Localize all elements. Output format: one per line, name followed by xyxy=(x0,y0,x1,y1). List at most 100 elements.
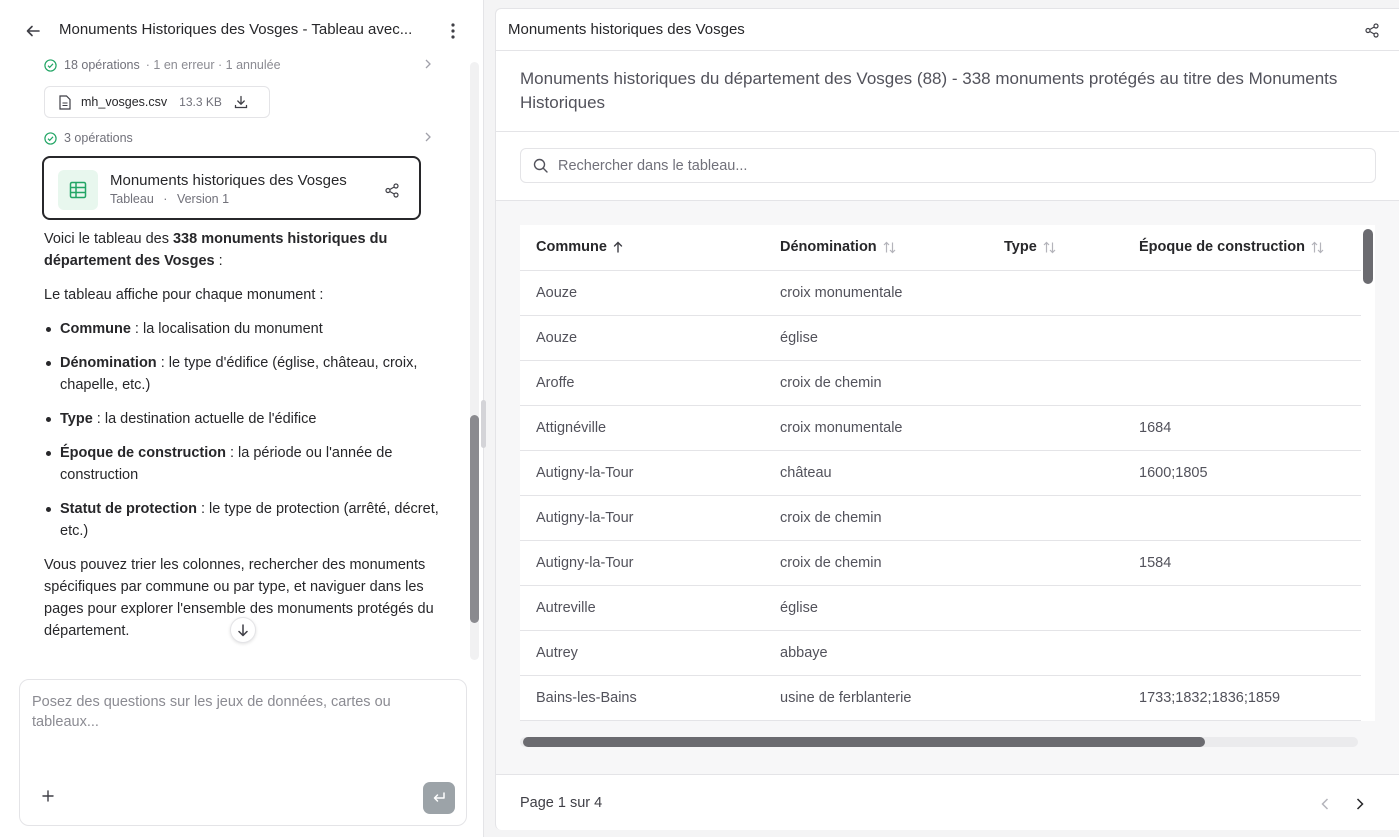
table-cell xyxy=(988,495,1123,541)
column-header-commune[interactable]: Commune xyxy=(520,225,764,271)
table-cell: église xyxy=(764,585,988,631)
list-item: Type : la destination actuelle de l'édif… xyxy=(46,408,439,430)
table-cell: croix monumentale xyxy=(764,270,988,316)
operations-summary-1[interactable]: 18 opérations · 1 en erreur · 1 annulée xyxy=(44,54,436,76)
enter-icon xyxy=(433,792,445,802)
search-icon xyxy=(533,158,548,173)
arrow-left-icon xyxy=(26,25,40,37)
table-description: Monuments historiques du département des… xyxy=(520,69,1338,112)
table-cell: 1600;1805 xyxy=(1123,450,1361,496)
table-cell xyxy=(1123,270,1361,316)
list-term: Commune xyxy=(60,321,131,337)
artifact-panel-title: Monuments historiques des Vosges xyxy=(508,21,745,38)
chevron-right-icon xyxy=(1356,798,1364,810)
column-header-epoque[interactable]: Époque de construction xyxy=(1123,225,1361,271)
table-row[interactable]: Aouze croix monumentale xyxy=(520,270,1361,316)
list-term: Époque de construction xyxy=(60,445,226,461)
table-cell xyxy=(1123,360,1361,406)
operations-summary-2[interactable]: 3 opérations xyxy=(44,127,436,149)
operations-status: · 1 en erreur · 1 annulée xyxy=(145,58,281,72)
operations-count: 18 opérations xyxy=(64,58,140,72)
send-button[interactable] xyxy=(423,782,455,814)
intro-text: Voici le tableau des xyxy=(44,231,173,247)
column-label: Dénomination xyxy=(780,239,877,256)
list-item: Dénomination : le type d'édifice (église… xyxy=(46,352,439,396)
table-area: Commune Dénomination Type Époque de cons… xyxy=(496,201,1399,774)
check-circle-icon xyxy=(44,131,57,145)
table-cell xyxy=(988,585,1123,631)
list-desc: : la destination actuelle de l'édifice xyxy=(92,411,317,427)
list-item: Statut de protection : le type de protec… xyxy=(46,498,439,542)
meta-separator: · xyxy=(163,192,168,206)
table-cell: usine de ferblanterie xyxy=(764,675,988,721)
resize-handle[interactable] xyxy=(481,400,486,448)
list-term: Type xyxy=(60,411,93,427)
sort-ascending-icon xyxy=(613,241,623,254)
scroll-to-bottom-button[interactable] xyxy=(230,617,256,643)
plus-icon xyxy=(42,790,54,802)
table-row[interactable]: Attignéville croix monumentale 1684 xyxy=(520,405,1361,451)
chat-title: Monuments Historiques des Vosges - Table… xyxy=(59,21,413,38)
table-hscroll-thumb[interactable] xyxy=(523,737,1205,747)
field-list: Commune : la localisation du monument Dé… xyxy=(44,318,439,542)
table-row[interactable]: Aroffe croix de chemin xyxy=(520,360,1361,406)
sort-icon xyxy=(1311,241,1324,254)
column-label: Type xyxy=(1004,239,1037,256)
table-row[interactable]: Autigny-la-Tour croix de chemin 1584 xyxy=(520,540,1361,586)
column-label: Commune xyxy=(536,239,607,256)
table-vscroll-track[interactable] xyxy=(1361,225,1375,721)
back-button[interactable] xyxy=(22,20,44,42)
table-cell xyxy=(988,405,1123,451)
table-cell xyxy=(988,315,1123,361)
table-row[interactable]: Autrey abbaye xyxy=(520,630,1361,676)
previous-page-button[interactable] xyxy=(1314,793,1336,815)
share-button[interactable] xyxy=(382,180,402,200)
table-cell: 1733;1832;1836;1859 xyxy=(1123,675,1361,721)
download-icon[interactable] xyxy=(234,95,248,109)
table-cell xyxy=(988,630,1123,676)
table-row[interactable]: Bains-les-Bains usine de ferblanterie 1733… xyxy=(520,675,1361,721)
table-body: Aouze croix monumentale Aouze église Aroffe c… xyxy=(520,270,1361,721)
table-header-row: Commune Dénomination Type Époque de cons… xyxy=(520,225,1361,271)
chat-messages[interactable]: 18 opérations · 1 en erreur · 1 annulée … xyxy=(0,52,483,662)
more-options-button[interactable] xyxy=(442,20,464,42)
table-cell xyxy=(988,360,1123,406)
page-indicator: Page 1 sur 4 xyxy=(520,795,603,811)
message-line: Le tableau affiche pour chaque monument … xyxy=(44,287,324,303)
column-header-denomination[interactable]: Dénomination xyxy=(764,225,988,271)
artifact-title: Monuments historiques des Vosges xyxy=(110,172,347,189)
list-item: Commune : la localisation du monument xyxy=(46,318,439,340)
chevron-right-icon xyxy=(425,132,431,142)
table-cell: abbaye xyxy=(764,630,988,676)
artifact-card[interactable]: Monuments historiques des Vosges Tableau… xyxy=(42,156,421,220)
list-term: Statut de protection xyxy=(60,501,197,517)
table-cell: croix de chemin xyxy=(764,495,988,541)
search-input[interactable] xyxy=(558,157,1358,174)
artifact-header: Monuments historiques des Vosges xyxy=(496,9,1399,51)
table-cell: Autreville xyxy=(520,585,764,631)
table-row[interactable]: Aouze église xyxy=(520,315,1361,361)
panel-share-button[interactable] xyxy=(1362,20,1382,40)
file-size: 13.3 KB xyxy=(179,95,222,109)
attach-button[interactable] xyxy=(38,786,58,806)
table-search[interactable] xyxy=(520,148,1376,183)
file-attachment[interactable]: mh_vosges.csv 13.3 KB xyxy=(44,86,270,118)
file-name: mh_vosges.csv xyxy=(81,95,168,109)
data-table[interactable]: Commune Dénomination Type Époque de cons… xyxy=(520,225,1361,721)
table-cell: Autigny-la-Tour xyxy=(520,540,764,586)
table-cell: Autigny-la-Tour xyxy=(520,450,764,496)
column-header-type[interactable]: Type xyxy=(988,225,1123,271)
table-vscroll-thumb[interactable] xyxy=(1363,229,1373,284)
chat-input[interactable] xyxy=(32,692,452,772)
table-cell xyxy=(1123,630,1361,676)
chat-scrollbar-thumb[interactable] xyxy=(470,415,479,623)
table-row[interactable]: Autigny-la-Tour château 1600;1805 xyxy=(520,450,1361,496)
chat-header: Monuments Historiques des Vosges - Table… xyxy=(0,0,483,60)
table-cell xyxy=(988,675,1123,721)
table-cell: Autrey xyxy=(520,630,764,676)
chat-panel: Monuments Historiques des Vosges - Table… xyxy=(0,0,483,837)
table-cell: Autigny-la-Tour xyxy=(520,495,764,541)
table-row[interactable]: Autreville église xyxy=(520,585,1361,631)
next-page-button[interactable] xyxy=(1349,793,1371,815)
table-row[interactable]: Autigny-la-Tour croix de chemin xyxy=(520,495,1361,541)
